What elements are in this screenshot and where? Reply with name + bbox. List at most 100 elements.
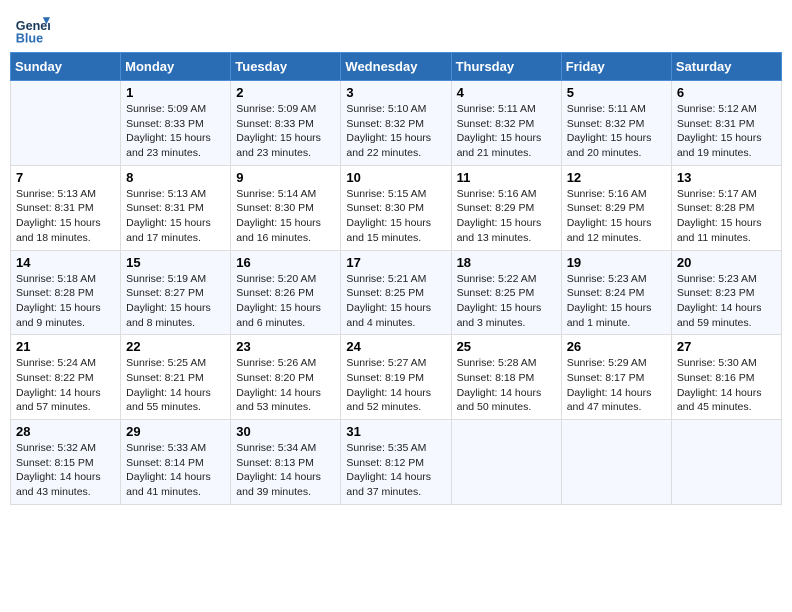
calendar-cell: 1 Sunrise: 5:09 AM Sunset: 8:33 PM Dayli… xyxy=(121,81,231,166)
day-number: 4 xyxy=(457,85,556,100)
day-info: Sunrise: 5:22 AM Sunset: 8:25 PM Dayligh… xyxy=(457,272,556,331)
svg-text:Blue: Blue xyxy=(16,31,43,45)
day-number: 10 xyxy=(346,170,445,185)
weekday-header: Tuesday xyxy=(231,53,341,81)
day-info: Sunrise: 5:21 AM Sunset: 8:25 PM Dayligh… xyxy=(346,272,445,331)
day-info: Sunrise: 5:18 AM Sunset: 8:28 PM Dayligh… xyxy=(16,272,115,331)
calendar-cell: 2 Sunrise: 5:09 AM Sunset: 8:33 PM Dayli… xyxy=(231,81,341,166)
calendar-cell: 25 Sunrise: 5:28 AM Sunset: 8:18 PM Dayl… xyxy=(451,335,561,420)
day-number: 20 xyxy=(677,255,776,270)
day-number: 28 xyxy=(16,424,115,439)
calendar-week-row: 28 Sunrise: 5:32 AM Sunset: 8:15 PM Dayl… xyxy=(11,420,782,505)
calendar-cell: 22 Sunrise: 5:25 AM Sunset: 8:21 PM Dayl… xyxy=(121,335,231,420)
calendar-cell: 18 Sunrise: 5:22 AM Sunset: 8:25 PM Dayl… xyxy=(451,250,561,335)
day-number: 16 xyxy=(236,255,335,270)
calendar-cell: 28 Sunrise: 5:32 AM Sunset: 8:15 PM Dayl… xyxy=(11,420,121,505)
calendar-cell: 19 Sunrise: 5:23 AM Sunset: 8:24 PM Dayl… xyxy=(561,250,671,335)
day-info: Sunrise: 5:32 AM Sunset: 8:15 PM Dayligh… xyxy=(16,441,115,500)
calendar-week-row: 21 Sunrise: 5:24 AM Sunset: 8:22 PM Dayl… xyxy=(11,335,782,420)
day-info: Sunrise: 5:13 AM Sunset: 8:31 PM Dayligh… xyxy=(126,187,225,246)
day-info: Sunrise: 5:19 AM Sunset: 8:27 PM Dayligh… xyxy=(126,272,225,331)
day-number: 6 xyxy=(677,85,776,100)
calendar-cell: 24 Sunrise: 5:27 AM Sunset: 8:19 PM Dayl… xyxy=(341,335,451,420)
calendar-cell: 17 Sunrise: 5:21 AM Sunset: 8:25 PM Dayl… xyxy=(341,250,451,335)
calendar-header-row: SundayMondayTuesdayWednesdayThursdayFrid… xyxy=(11,53,782,81)
page-header: General Blue xyxy=(10,10,782,46)
day-info: Sunrise: 5:09 AM Sunset: 8:33 PM Dayligh… xyxy=(236,102,335,161)
calendar-cell: 3 Sunrise: 5:10 AM Sunset: 8:32 PM Dayli… xyxy=(341,81,451,166)
day-info: Sunrise: 5:13 AM Sunset: 8:31 PM Dayligh… xyxy=(16,187,115,246)
calendar-cell xyxy=(671,420,781,505)
calendar-cell: 20 Sunrise: 5:23 AM Sunset: 8:23 PM Dayl… xyxy=(671,250,781,335)
day-info: Sunrise: 5:30 AM Sunset: 8:16 PM Dayligh… xyxy=(677,356,776,415)
calendar-cell: 26 Sunrise: 5:29 AM Sunset: 8:17 PM Dayl… xyxy=(561,335,671,420)
day-info: Sunrise: 5:29 AM Sunset: 8:17 PM Dayligh… xyxy=(567,356,666,415)
day-info: Sunrise: 5:11 AM Sunset: 8:32 PM Dayligh… xyxy=(457,102,556,161)
day-number: 21 xyxy=(16,339,115,354)
day-number: 30 xyxy=(236,424,335,439)
day-number: 7 xyxy=(16,170,115,185)
day-number: 2 xyxy=(236,85,335,100)
day-number: 14 xyxy=(16,255,115,270)
calendar-week-row: 14 Sunrise: 5:18 AM Sunset: 8:28 PM Dayl… xyxy=(11,250,782,335)
calendar-cell: 13 Sunrise: 5:17 AM Sunset: 8:28 PM Dayl… xyxy=(671,165,781,250)
calendar-cell: 8 Sunrise: 5:13 AM Sunset: 8:31 PM Dayli… xyxy=(121,165,231,250)
day-info: Sunrise: 5:26 AM Sunset: 8:20 PM Dayligh… xyxy=(236,356,335,415)
calendar-cell: 31 Sunrise: 5:35 AM Sunset: 8:12 PM Dayl… xyxy=(341,420,451,505)
weekday-header: Saturday xyxy=(671,53,781,81)
calendar-cell: 29 Sunrise: 5:33 AM Sunset: 8:14 PM Dayl… xyxy=(121,420,231,505)
day-number: 9 xyxy=(236,170,335,185)
calendar-cell: 4 Sunrise: 5:11 AM Sunset: 8:32 PM Dayli… xyxy=(451,81,561,166)
calendar-cell xyxy=(11,81,121,166)
calendar-cell: 21 Sunrise: 5:24 AM Sunset: 8:22 PM Dayl… xyxy=(11,335,121,420)
day-info: Sunrise: 5:11 AM Sunset: 8:32 PM Dayligh… xyxy=(567,102,666,161)
day-number: 19 xyxy=(567,255,666,270)
day-info: Sunrise: 5:34 AM Sunset: 8:13 PM Dayligh… xyxy=(236,441,335,500)
logo: General Blue xyxy=(14,10,54,46)
calendar-cell: 9 Sunrise: 5:14 AM Sunset: 8:30 PM Dayli… xyxy=(231,165,341,250)
day-number: 29 xyxy=(126,424,225,439)
day-number: 1 xyxy=(126,85,225,100)
day-info: Sunrise: 5:24 AM Sunset: 8:22 PM Dayligh… xyxy=(16,356,115,415)
weekday-header: Wednesday xyxy=(341,53,451,81)
day-number: 15 xyxy=(126,255,225,270)
day-info: Sunrise: 5:14 AM Sunset: 8:30 PM Dayligh… xyxy=(236,187,335,246)
calendar-cell: 11 Sunrise: 5:16 AM Sunset: 8:29 PM Dayl… xyxy=(451,165,561,250)
day-number: 23 xyxy=(236,339,335,354)
weekday-header: Thursday xyxy=(451,53,561,81)
day-number: 12 xyxy=(567,170,666,185)
day-number: 25 xyxy=(457,339,556,354)
day-info: Sunrise: 5:09 AM Sunset: 8:33 PM Dayligh… xyxy=(126,102,225,161)
day-number: 8 xyxy=(126,170,225,185)
day-info: Sunrise: 5:16 AM Sunset: 8:29 PM Dayligh… xyxy=(567,187,666,246)
day-info: Sunrise: 5:17 AM Sunset: 8:28 PM Dayligh… xyxy=(677,187,776,246)
logo-icon: General Blue xyxy=(14,10,50,46)
calendar-cell: 23 Sunrise: 5:26 AM Sunset: 8:20 PM Dayl… xyxy=(231,335,341,420)
day-number: 22 xyxy=(126,339,225,354)
day-number: 13 xyxy=(677,170,776,185)
calendar-cell xyxy=(451,420,561,505)
calendar-week-row: 7 Sunrise: 5:13 AM Sunset: 8:31 PM Dayli… xyxy=(11,165,782,250)
day-number: 11 xyxy=(457,170,556,185)
calendar-cell: 5 Sunrise: 5:11 AM Sunset: 8:32 PM Dayli… xyxy=(561,81,671,166)
calendar-cell xyxy=(561,420,671,505)
day-info: Sunrise: 5:23 AM Sunset: 8:24 PM Dayligh… xyxy=(567,272,666,331)
day-info: Sunrise: 5:33 AM Sunset: 8:14 PM Dayligh… xyxy=(126,441,225,500)
day-info: Sunrise: 5:12 AM Sunset: 8:31 PM Dayligh… xyxy=(677,102,776,161)
day-info: Sunrise: 5:16 AM Sunset: 8:29 PM Dayligh… xyxy=(457,187,556,246)
calendar-cell: 12 Sunrise: 5:16 AM Sunset: 8:29 PM Dayl… xyxy=(561,165,671,250)
day-info: Sunrise: 5:20 AM Sunset: 8:26 PM Dayligh… xyxy=(236,272,335,331)
day-number: 24 xyxy=(346,339,445,354)
day-info: Sunrise: 5:28 AM Sunset: 8:18 PM Dayligh… xyxy=(457,356,556,415)
day-number: 27 xyxy=(677,339,776,354)
day-info: Sunrise: 5:23 AM Sunset: 8:23 PM Dayligh… xyxy=(677,272,776,331)
calendar-cell: 16 Sunrise: 5:20 AM Sunset: 8:26 PM Dayl… xyxy=(231,250,341,335)
weekday-header: Monday xyxy=(121,53,231,81)
calendar-table: SundayMondayTuesdayWednesdayThursdayFrid… xyxy=(10,52,782,505)
calendar-cell: 30 Sunrise: 5:34 AM Sunset: 8:13 PM Dayl… xyxy=(231,420,341,505)
weekday-header: Friday xyxy=(561,53,671,81)
day-info: Sunrise: 5:27 AM Sunset: 8:19 PM Dayligh… xyxy=(346,356,445,415)
calendar-cell: 6 Sunrise: 5:12 AM Sunset: 8:31 PM Dayli… xyxy=(671,81,781,166)
day-info: Sunrise: 5:25 AM Sunset: 8:21 PM Dayligh… xyxy=(126,356,225,415)
day-info: Sunrise: 5:10 AM Sunset: 8:32 PM Dayligh… xyxy=(346,102,445,161)
